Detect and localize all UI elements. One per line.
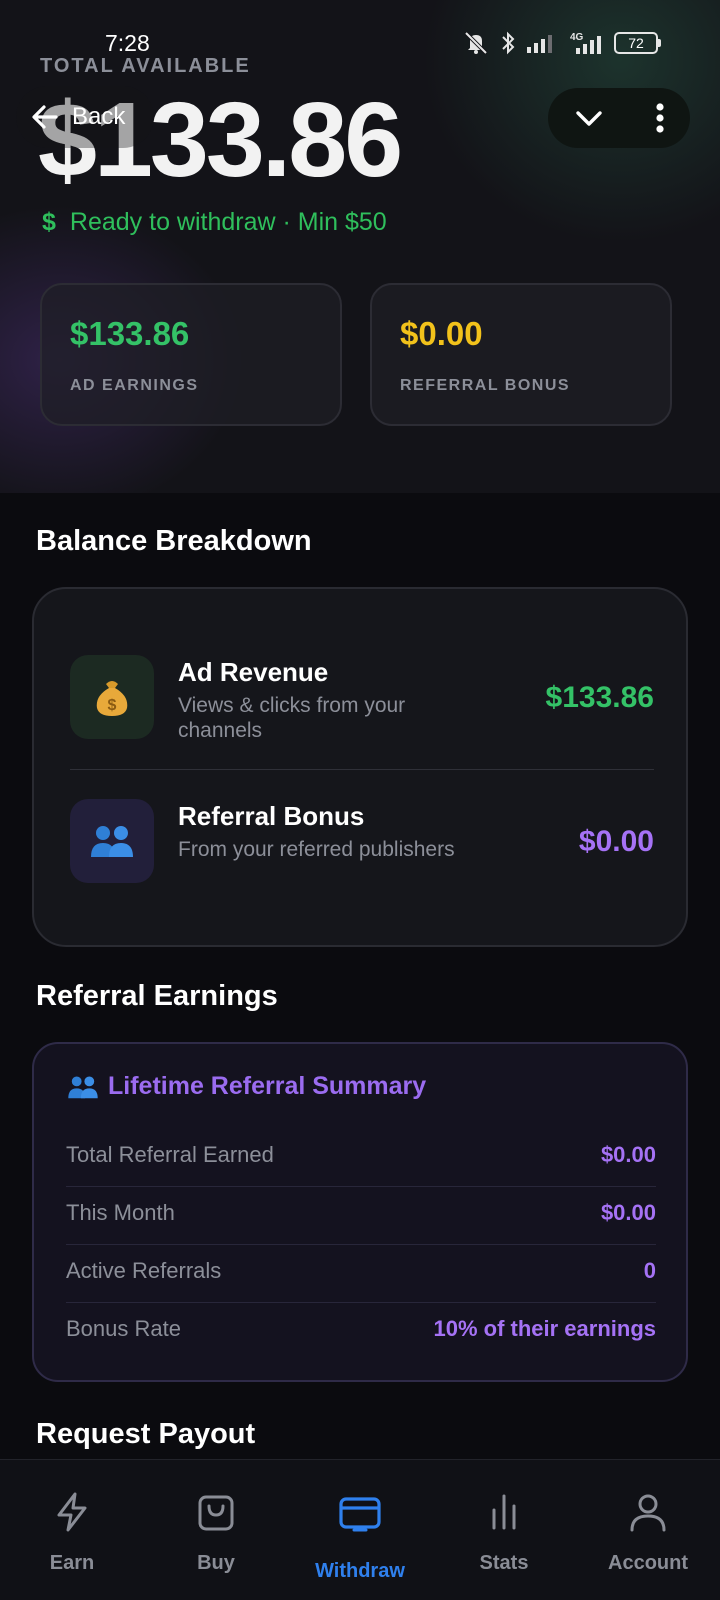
nav-item-earn[interactable]: Earn <box>0 1460 144 1600</box>
ad-revenue-row: $ Ad Revenue Views & clicks from your ch… <box>70 655 654 742</box>
nav-label-account: Account <box>608 1552 688 1574</box>
ad-revenue-subtitle: Views & clicks from your channels <box>178 694 406 742</box>
user-icon <box>630 1494 666 1532</box>
ready-text: Ready to withdraw · Min $50 <box>69 208 387 236</box>
referral-summary-card: Lifetime Referral Summary Total Referral… <box>32 1042 688 1382</box>
people-icon <box>70 799 154 883</box>
nav-label-earn: Earn <box>49 1552 95 1574</box>
card-icon <box>339 1497 381 1532</box>
status-icons: 4G 72 <box>462 30 661 56</box>
withdraw-screen: 7:28 4G 72 TOTAL AVAILABLE $133.86 Back … <box>0 0 720 1600</box>
ad-earnings-value: $133.86 <box>70 315 190 352</box>
bonus-rate-value: 10% of their earnings <box>433 1316 656 1341</box>
mute-icon <box>464 31 488 55</box>
dollar-icon: $ <box>42 208 56 236</box>
bluetooth-icon <box>502 31 515 55</box>
battery-indicator: 72 <box>614 32 661 54</box>
bonus-rate-label: Bonus Rate <box>66 1316 181 1341</box>
ad-earnings-label: AD EARNINGS <box>70 377 199 394</box>
back-label: Back <box>72 103 126 130</box>
this-month-label: This Month <box>66 1200 175 1225</box>
referral-bonus-value: $0.00 <box>400 315 483 352</box>
referral-bonus-row: Referral Bonus From your referred publis… <box>70 799 654 885</box>
bar-chart-icon <box>492 1494 516 1530</box>
this-month-row: This Month $0.00 <box>66 1186 656 1245</box>
referral-summary-title: Lifetime Referral Summary <box>108 1072 427 1100</box>
bonus-rate-row: Bonus Rate 10% of their earnings <box>66 1302 656 1360</box>
bottom-navigation: Earn Buy Withdraw Stats Account <box>0 1459 720 1600</box>
this-month-value: $0.00 <box>600 1200 656 1225</box>
referral-bonus-label: REFERRAL BONUS <box>400 377 571 394</box>
breakdown-divider <box>70 769 654 770</box>
ad-earnings-card: $133.86 AD EARNINGS <box>40 283 342 426</box>
svg-text:$: $ <box>108 697 117 714</box>
nav-item-account[interactable]: Account <box>576 1460 720 1600</box>
total-referral-earned-row: Total Referral Earned $0.00 <box>66 1128 656 1187</box>
referral-summary-header: Lifetime Referral Summary <box>66 1072 426 1101</box>
nav-item-withdraw[interactable]: Withdraw <box>288 1460 432 1600</box>
active-referrals-label: Active Referrals <box>66 1258 222 1283</box>
signal-icon <box>527 35 552 53</box>
app-menu-pill <box>548 88 690 148</box>
active-referrals-value: 0 <box>643 1258 656 1283</box>
money-bag-icon: $ <box>70 655 154 739</box>
total-referral-earned-label: Total Referral Earned <box>66 1142 274 1167</box>
referral-earnings-title: Referral Earnings <box>36 980 278 1012</box>
lightning-icon <box>57 1492 87 1532</box>
ad-revenue-title: Ad Revenue <box>178 657 329 687</box>
shopping-bag-icon <box>198 1495 234 1531</box>
request-payout-title: Request Payout <box>36 1418 256 1450</box>
arrow-left-icon <box>32 105 58 129</box>
more-options-icon[interactable] <box>654 102 666 134</box>
svg-text:4G: 4G <box>570 32 584 43</box>
referral-bonus-amount: $0.00 <box>578 825 654 858</box>
nav-item-buy[interactable]: Buy <box>144 1460 288 1600</box>
status-time: 7:28 <box>105 30 150 56</box>
nav-item-stats[interactable]: Stats <box>432 1460 576 1600</box>
chevron-down-icon[interactable] <box>573 102 605 134</box>
nav-label-stats: Stats <box>479 1552 529 1574</box>
referral-bonus-card: $0.00 REFERRAL BONUS <box>370 283 672 426</box>
nav-label-withdraw: Withdraw <box>315 1560 405 1582</box>
balance-breakdown-card: $ Ad Revenue Views & clicks from your ch… <box>32 587 688 947</box>
referral-bonus-subtitle: From your referred publishers <box>178 838 455 861</box>
balance-breakdown-title: Balance Breakdown <box>36 525 312 557</box>
nav-label-buy: Buy <box>197 1552 235 1574</box>
active-referrals-row: Active Referrals 0 <box>66 1244 656 1303</box>
referral-bonus-title: Referral Bonus <box>178 801 365 831</box>
battery-level: 72 <box>628 35 644 51</box>
total-referral-earned-value: $0.00 <box>600 1142 656 1167</box>
back-button[interactable]: Back <box>16 86 154 148</box>
hero-section: 7:28 4G 72 TOTAL AVAILABLE $133.86 Back … <box>0 0 720 493</box>
people-icon <box>68 1076 98 1098</box>
ad-revenue-amount: $133.86 <box>545 681 654 714</box>
signal-4g-icon: 4G <box>570 32 601 54</box>
ready-to-withdraw: $ Ready to withdraw · Min $50 <box>42 208 387 237</box>
total-available-label: TOTAL AVAILABLE <box>40 55 251 77</box>
